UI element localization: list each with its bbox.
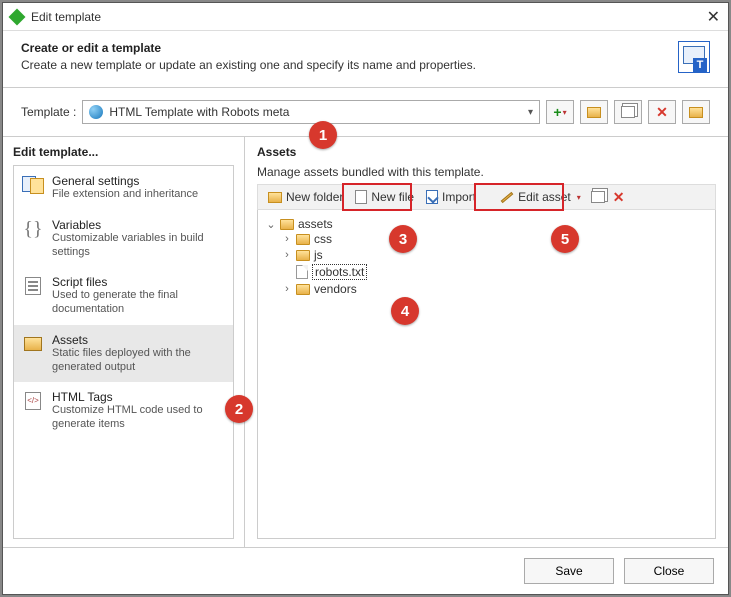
titlebar: Edit template ✕ bbox=[3, 3, 728, 31]
folder-icon bbox=[296, 250, 310, 261]
asset-toolbar: New folder New file Import Edit asset▾ ✕ bbox=[257, 184, 716, 210]
folder-icon bbox=[587, 107, 601, 118]
sidebar-item-script-files[interactable]: Script filesUsed to generate the final d… bbox=[14, 267, 233, 325]
copy-icon bbox=[621, 106, 635, 118]
tree-folder-js[interactable]: ›js bbox=[282, 248, 711, 262]
edit-template-dialog: Edit template ✕ Create or edit a templat… bbox=[2, 2, 729, 595]
collapse-icon[interactable]: ⌄ bbox=[266, 218, 276, 231]
delete-asset-button[interactable]: ✕ bbox=[609, 186, 629, 208]
folder-icon bbox=[280, 219, 294, 230]
html-tags-icon bbox=[22, 390, 44, 412]
sidebar-item-general[interactable]: General settingsFile extension and inher… bbox=[14, 166, 233, 210]
general-settings-icon bbox=[22, 174, 44, 196]
assets-heading: Assets bbox=[257, 145, 716, 159]
rename-icon bbox=[591, 191, 605, 203]
dialog-title: Edit template bbox=[31, 10, 707, 24]
template-label: Template : bbox=[21, 105, 76, 119]
plus-icon: + bbox=[553, 104, 561, 120]
sidebar-item-assets[interactable]: AssetsStatic files deployed with the gen… bbox=[14, 325, 233, 383]
sidebar-item-html-tags[interactable]: HTML TagsCustomize HTML code used to gen… bbox=[14, 382, 233, 440]
template-icon bbox=[678, 41, 710, 73]
x-icon: ✕ bbox=[613, 189, 625, 206]
assets-subtitle: Manage assets bundled with this template… bbox=[257, 165, 716, 179]
chevron-down-icon: ▾ bbox=[528, 107, 533, 118]
pencil-icon bbox=[501, 191, 514, 202]
edit-asset-button[interactable]: Edit asset▾ bbox=[494, 186, 587, 208]
new-file-button[interactable]: New file bbox=[349, 186, 420, 208]
sidebar-heading: Edit template... bbox=[13, 145, 234, 159]
tree-folder-vendors[interactable]: ›vendors bbox=[282, 282, 711, 296]
folder-open-icon bbox=[689, 107, 703, 118]
asset-tree: ⌄assets ›css ›js robots.txt ›vendors bbox=[257, 210, 716, 539]
expand-icon[interactable]: › bbox=[282, 249, 292, 261]
tree-folder-css[interactable]: ›css bbox=[282, 232, 711, 246]
header-heading: Create or edit a template bbox=[21, 41, 678, 55]
import-button[interactable]: Import bbox=[420, 186, 482, 208]
header-description: Create a new template or update an exist… bbox=[21, 58, 678, 72]
expand-icon[interactable]: › bbox=[282, 233, 292, 245]
template-selected-text: HTML Template with Robots meta bbox=[109, 105, 289, 119]
main: Edit template... General settingsFile ex… bbox=[3, 137, 728, 547]
delete-template-button[interactable]: ✕ bbox=[648, 100, 676, 124]
header-text: Create or edit a template Create a new t… bbox=[21, 41, 678, 72]
folder-icon bbox=[268, 192, 282, 203]
header: Create or edit a template Create a new t… bbox=[3, 31, 728, 88]
globe-icon bbox=[89, 105, 103, 119]
browse-folder-button[interactable] bbox=[682, 100, 710, 124]
sidebar-items: General settingsFile extension and inher… bbox=[13, 165, 234, 539]
expand-icon[interactable]: › bbox=[282, 283, 292, 295]
rename-asset-button[interactable] bbox=[587, 186, 609, 208]
open-folder-button[interactable] bbox=[580, 100, 608, 124]
import-icon bbox=[426, 190, 438, 204]
file-icon bbox=[355, 190, 367, 204]
save-button[interactable]: Save bbox=[524, 558, 614, 584]
sidebar-item-variables[interactable]: {} VariablesCustomizable variables in bu… bbox=[14, 210, 233, 268]
script-files-icon bbox=[22, 275, 44, 297]
template-row: Template : HTML Template with Robots met… bbox=[3, 88, 728, 137]
footer: Save Close bbox=[3, 547, 728, 594]
x-icon: ✕ bbox=[656, 104, 668, 121]
tree-file-robots[interactable]: robots.txt bbox=[282, 264, 711, 280]
content: Assets Manage assets bundled with this t… bbox=[245, 137, 728, 547]
close-button[interactable]: Close bbox=[624, 558, 714, 584]
close-icon[interactable]: ✕ bbox=[707, 7, 720, 27]
assets-icon bbox=[22, 333, 44, 355]
template-select[interactable]: HTML Template with Robots meta ▾ bbox=[82, 100, 540, 124]
app-icon bbox=[9, 8, 26, 25]
file-icon bbox=[296, 265, 308, 279]
folder-icon bbox=[296, 234, 310, 245]
duplicate-button[interactable] bbox=[614, 100, 642, 124]
sidebar: Edit template... General settingsFile ex… bbox=[3, 137, 245, 547]
chevron-down-icon: ▾ bbox=[577, 193, 581, 202]
tree-root[interactable]: ⌄assets bbox=[266, 217, 711, 231]
variables-icon: {} bbox=[22, 218, 44, 240]
folder-icon bbox=[296, 284, 310, 295]
new-folder-button[interactable]: New folder bbox=[262, 186, 349, 208]
add-template-button[interactable]: +▾ bbox=[546, 100, 574, 124]
